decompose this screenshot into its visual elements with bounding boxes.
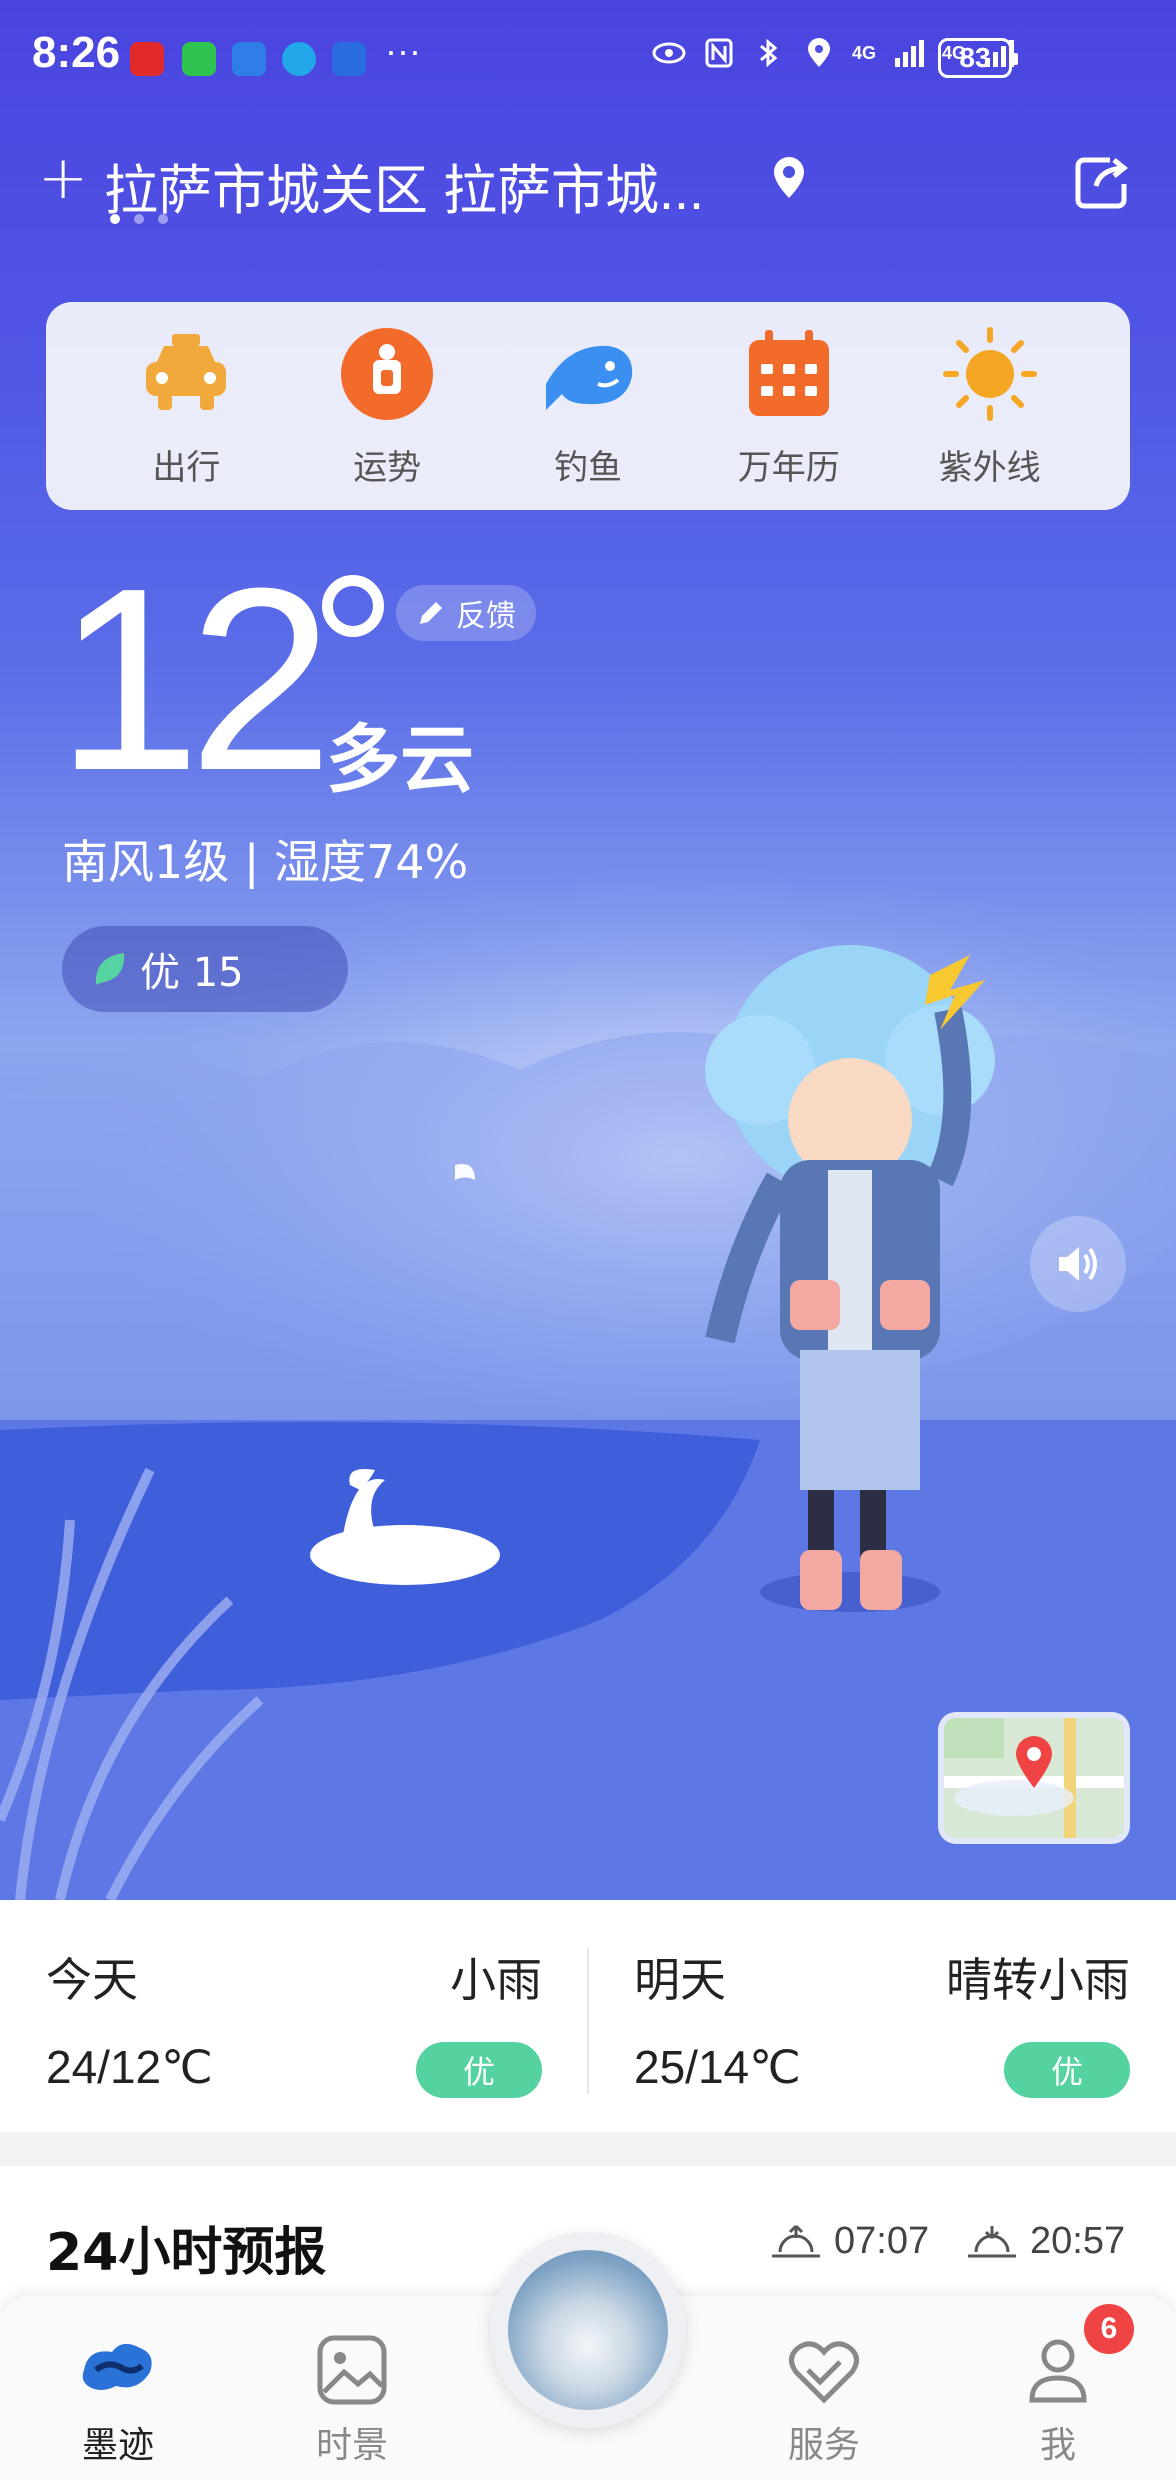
forecast-aqi-badge: 优: [1004, 2042, 1130, 2098]
aqi-label: 优 15: [140, 950, 244, 996]
voice-broadcast-button[interactable]: [1030, 1216, 1126, 1312]
page-dot-3: [158, 214, 168, 224]
12123-icon: [332, 42, 366, 76]
fortune-icon: [341, 327, 434, 420]
quick-actions-bar: 出行 运势 钓鱼 万年历 紫外线: [46, 302, 1130, 510]
quick-action-fortune[interactable]: 运势: [307, 324, 467, 489]
forecast-day: 明天: [634, 1953, 726, 2007]
current-temperature: 12: [56, 535, 333, 825]
tab-label: 服务: [787, 2425, 860, 2466]
forecast-today[interactable]: 今天 小雨 24/12℃ 优: [0, 1900, 588, 2132]
quick-action-travel[interactable]: 出行: [106, 324, 266, 489]
sunrise-time: 07:07: [834, 2220, 930, 2262]
status-bar: 8:26 ··· 4G 4G 83: [0, 0, 1176, 118]
forecast-condition: 小雨: [450, 1953, 542, 2007]
pencil-icon: [420, 602, 442, 624]
quick-action-calendar[interactable]: 万年历: [709, 324, 869, 489]
fish-icon: [545, 345, 633, 410]
sunrise: 07:07: [770, 2220, 929, 2263]
calendar-icon: [748, 329, 829, 416]
tab-label: 我: [1039, 2425, 1076, 2466]
tab-label: 时景: [315, 2425, 388, 2466]
map-icon: [944, 1718, 1124, 1838]
battery-indicator: 83: [938, 38, 1018, 78]
tab-services[interactable]: 服务: [744, 2330, 904, 2468]
page-dot-2: [134, 214, 144, 224]
forecast-condition: 晴转小雨: [946, 1953, 1130, 2007]
wechat-icon: [182, 42, 216, 76]
feedback-label: 反馈: [456, 599, 516, 634]
moji-logo-icon: [82, 2343, 152, 2390]
aqi-badge[interactable]: 优 15: [62, 926, 348, 1012]
leaf-icon: [95, 953, 125, 985]
location-status-icon: [807, 38, 830, 67]
browser-icon: [282, 42, 316, 76]
byd-icon: [130, 42, 164, 76]
quick-action-label: 运势: [353, 447, 422, 488]
weather-map-button[interactable]: [938, 1712, 1130, 1844]
sun-icon: [942, 326, 1037, 421]
sky-thumbnail: [508, 2250, 668, 2410]
sunset-time: 20:57: [1030, 2220, 1126, 2262]
feedback-button[interactable]: 反馈: [396, 585, 536, 641]
status-time: 8:26: [32, 28, 121, 77]
sunset-icon: [968, 2225, 1016, 2257]
top-bar: + 拉萨市城关区 拉萨市城...: [0, 140, 1176, 230]
speaker-icon: [1059, 1247, 1097, 1281]
daily-forecast-card: 今天 小雨 24/12℃ 优 明天 晴转小雨 25/14℃ 优: [0, 1900, 1176, 2132]
share-icon[interactable]: [1070, 152, 1132, 214]
bluetooth-icon: [759, 38, 778, 68]
notification-badge: 6: [1084, 2304, 1134, 2354]
page-dot-1: [110, 214, 120, 224]
add-city-button[interactable]: +: [38, 148, 88, 208]
forecast-day: 今天: [46, 1953, 138, 2007]
eye-icon: [652, 42, 686, 64]
weather-condition: 多云: [326, 717, 474, 803]
page-indicator: [110, 214, 168, 224]
wind-humidity: 南风1级 | 湿度74%: [62, 835, 469, 889]
more-notifications-icon: ···: [385, 30, 421, 71]
taxi-icon: [146, 333, 227, 410]
nfc-icon: [705, 38, 733, 68]
location-pin-icon[interactable]: [770, 156, 808, 200]
quick-action-label: 钓鱼: [553, 447, 622, 488]
sunset: 20:57: [966, 2220, 1125, 2263]
center-scene-button[interactable]: [490, 2232, 686, 2428]
section-divider: [0, 2132, 1176, 2166]
sunrise-icon: [772, 2224, 820, 2257]
quick-action-label: 出行: [152, 447, 221, 488]
location-title[interactable]: 拉萨市城关区 拉萨市城...: [104, 146, 704, 225]
profile-icon: [1029, 2339, 1087, 2403]
forecast-tomorrow[interactable]: 明天 晴转小雨 25/14℃ 优: [588, 1900, 1176, 2132]
forecast-temp: 25/14℃: [634, 2041, 801, 2093]
quick-action-label: 万年历: [737, 447, 840, 488]
forecast-aqi-badge: 优: [416, 2042, 542, 2098]
network-4g-1: 4G: [851, 43, 876, 63]
forecast-temp: 24/12℃: [46, 2041, 213, 2093]
gallery-icon: [317, 2335, 387, 2405]
service-icon: [789, 2341, 859, 2404]
tab-label: 墨迹: [81, 2425, 154, 2466]
quick-action-uv[interactable]: 紫外线: [910, 324, 1070, 489]
degree-symbol: [322, 575, 384, 637]
tab-moji[interactable]: 墨迹: [38, 2330, 198, 2468]
quick-action-label: 紫外线: [938, 447, 1041, 488]
quick-action-fishing[interactable]: 钓鱼: [508, 324, 668, 489]
hourly-title: 24小时预报: [46, 2223, 327, 2283]
weather-hero: 8:26 ··· 4G 4G 83 + 拉萨市城关区 拉萨市城... 出行 运势…: [0, 0, 1176, 1900]
signal-icon: [894, 40, 924, 67]
calendar-icon: [232, 42, 266, 76]
tab-scenes[interactable]: 时景: [272, 2330, 432, 2468]
